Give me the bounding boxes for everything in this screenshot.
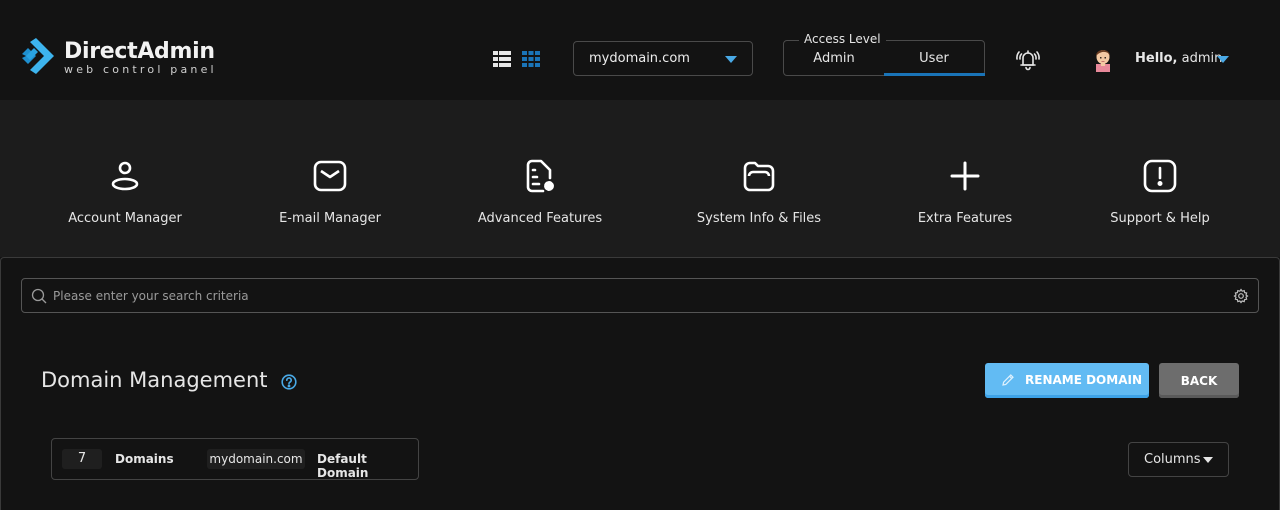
search-icon: [31, 288, 47, 304]
domain-stats: 7 Domains mydomain.com Default Domain: [51, 438, 419, 480]
mail-icon: [313, 160, 347, 192]
list-view-icon[interactable]: [493, 51, 511, 67]
default-domain-label: Default Domain: [317, 452, 369, 480]
access-level-active-indicator: [884, 73, 985, 76]
access-level-user[interactable]: User: [884, 51, 984, 66]
directadmin-logo-icon: [22, 38, 54, 74]
avatar[interactable]: [1092, 46, 1114, 72]
logo[interactable]: DirectAdmin web control panel: [20, 38, 217, 78]
nav-label: Account Manager: [68, 211, 182, 226]
nav-label: System Info & Files: [696, 211, 822, 226]
rename-domain-button[interactable]: RENAME DOMAIN: [985, 363, 1149, 398]
search-bar: [21, 278, 1259, 313]
user-icon: [111, 161, 139, 191]
nav-label: Support & Help: [1110, 211, 1210, 226]
logo-subtitle: web control panel: [64, 63, 217, 76]
help-icon[interactable]: [281, 374, 297, 390]
exclamation-icon: [1143, 159, 1177, 193]
top-header: DirectAdmin web control panel mydomain.c…: [0, 0, 1280, 100]
plus-icon: [950, 161, 980, 191]
nav-item-support-help[interactable]: Support & Help: [1060, 158, 1260, 226]
domain-count-label: Domains: [115, 452, 174, 466]
nav-item-extra-features[interactable]: Extra Features: [865, 158, 1065, 226]
page-title: Domain Management: [41, 368, 268, 392]
folder-icon: [743, 161, 775, 192]
gear-icon[interactable]: [1233, 288, 1249, 304]
logo-title: DirectAdmin: [64, 39, 215, 64]
nav-label: Extra Features: [917, 211, 1013, 226]
user-menu-chevron-icon[interactable]: [1217, 56, 1229, 63]
pencil-icon: [1002, 374, 1014, 386]
grid-view-icon[interactable]: [522, 51, 540, 67]
nav-label: E-mail Manager: [279, 211, 381, 226]
domain-select-value: mydomain.com: [589, 51, 690, 66]
columns-label: Columns: [1144, 452, 1201, 467]
chevron-down-icon: [1203, 457, 1213, 463]
back-button[interactable]: BACK: [1159, 363, 1239, 398]
access-level-switch: Access Level Admin User: [783, 32, 985, 76]
user-greeting[interactable]: Hello, admin: [1135, 51, 1222, 66]
chevron-down-icon: [725, 56, 737, 63]
domain-count: 7: [62, 449, 102, 469]
domain-select[interactable]: mydomain.com: [573, 41, 753, 76]
nav-item-advanced-features[interactable]: Advanced Features: [440, 158, 640, 226]
main-nav: Account Manager E-mail Manager Advanced …: [0, 100, 1280, 257]
nav-item-email-manager[interactable]: E-mail Manager: [230, 158, 430, 226]
default-domain-value: mydomain.com: [207, 449, 305, 469]
access-level-legend: Access Level: [799, 32, 886, 46]
nav-item-system-info-files[interactable]: System Info & Files: [659, 158, 859, 226]
nav-item-account-manager[interactable]: Account Manager: [25, 158, 225, 226]
document-gear-icon: [526, 159, 554, 193]
nav-label: Advanced Features: [477, 211, 603, 226]
rename-domain-label: RENAME DOMAIN: [1025, 373, 1142, 387]
search-input[interactable]: [53, 279, 1223, 312]
greeting-text: Hello,: [1135, 51, 1178, 66]
columns-button[interactable]: Columns: [1128, 442, 1229, 477]
access-level-admin[interactable]: Admin: [784, 51, 884, 66]
bell-icon[interactable]: [1014, 46, 1042, 72]
